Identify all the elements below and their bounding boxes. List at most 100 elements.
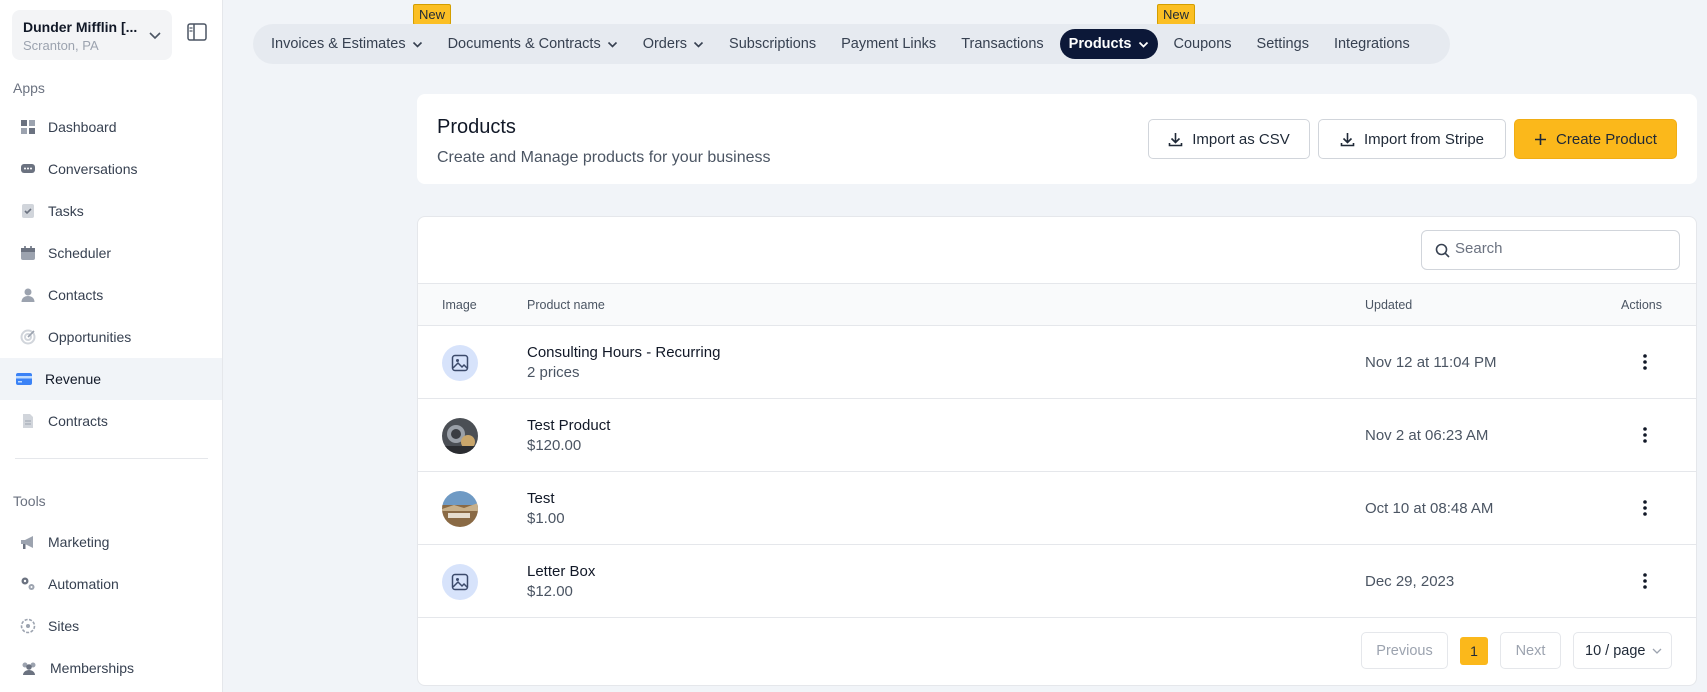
- product-name[interactable]: Test: [527, 490, 555, 507]
- per-page-value: 10 / page: [1585, 642, 1646, 659]
- sidebar-item-label: Dashboard: [48, 119, 117, 135]
- search-input[interactable]: [1455, 240, 1665, 257]
- table-row[interactable]: Consulting Hours - Recurring 2 prices No…: [418, 326, 1696, 399]
- chevron-down-icon: [693, 41, 704, 48]
- tab-orders[interactable]: Orders: [634, 29, 713, 59]
- tab-label: Subscriptions: [729, 36, 817, 52]
- image-placeholder-icon: [451, 573, 469, 591]
- table-row[interactable]: Letter Box $12.00 Dec 29, 2023: [418, 545, 1696, 618]
- more-actions-icon[interactable]: [1635, 569, 1655, 593]
- product-name[interactable]: Letter Box: [527, 563, 595, 580]
- product-price: $120.00: [527, 437, 582, 454]
- product-name[interactable]: Consulting Hours - Recurring: [527, 344, 720, 361]
- sidebar-item-memberships[interactable]: Memberships: [0, 647, 222, 689]
- product-updated: Nov 2 at 06:23 AM: [1365, 427, 1489, 444]
- sidebar-item-label: Scheduler: [48, 245, 112, 261]
- chevron-down-icon: [1652, 648, 1662, 654]
- sidebar-item-label: Conversations: [48, 161, 138, 177]
- table-row[interactable]: Test Product $120.00 Nov 2 at 06:23 AM: [418, 399, 1696, 472]
- more-actions-icon[interactable]: [1635, 350, 1655, 374]
- page-subtitle: Create and Manage products for your busi…: [437, 149, 771, 166]
- tab-coupons[interactable]: Coupons: [1165, 29, 1241, 59]
- sidebar-item-tasks[interactable]: Tasks: [0, 190, 222, 232]
- sidebar-item-label: Revenue: [45, 371, 102, 387]
- sidebar-item-marketing[interactable]: Marketing: [0, 521, 222, 563]
- import-stripe-button[interactable]: Import from Stripe: [1318, 119, 1506, 159]
- tab-products[interactable]: Products: [1059, 29, 1158, 59]
- sidebar-item-contracts[interactable]: Contracts: [0, 400, 222, 442]
- sidebar-divider: [15, 458, 208, 459]
- sidebar-item-automation[interactable]: Automation: [0, 563, 222, 605]
- tab-transactions[interactable]: Transactions: [952, 29, 1052, 59]
- sidebar-item-label: Contacts: [48, 287, 104, 303]
- column-header-updated: Updated: [1365, 298, 1413, 312]
- new-badge: New: [413, 4, 452, 25]
- tab-payment-links[interactable]: Payment Links: [832, 29, 945, 59]
- column-header-product-name: Product name: [527, 298, 605, 312]
- per-page-select[interactable]: 10 / page: [1573, 632, 1672, 669]
- page-title: Products: [437, 116, 516, 138]
- download-icon: [1340, 132, 1355, 146]
- create-product-button[interactable]: Create Product: [1514, 119, 1677, 159]
- tab-label: Payment Links: [841, 36, 937, 52]
- sidebar-item-label: Tasks: [48, 203, 84, 219]
- sidebar-item-opportunities[interactable]: Opportunities: [0, 316, 222, 358]
- import-csv-button[interactable]: Import as CSV: [1148, 119, 1310, 159]
- search-icon: [1435, 243, 1450, 258]
- sidebar-item-label: Marketing: [48, 534, 110, 550]
- apps-section-label: Apps: [13, 80, 45, 96]
- tab-label: Orders: [642, 36, 688, 52]
- task-icon: [22, 204, 34, 218]
- product-thumbnail: [442, 345, 478, 381]
- sidebar-item-contacts[interactable]: Contacts: [0, 274, 222, 316]
- tab-settings[interactable]: Settings: [1248, 29, 1318, 59]
- tab-documents-contracts[interactable]: Documents & Contracts: [439, 29, 627, 59]
- credit-card-icon: [16, 373, 32, 385]
- product-photo: [442, 418, 478, 454]
- products-table-card: Image Product name Updated Actions Consu…: [417, 216, 1697, 686]
- users-icon: [22, 662, 36, 675]
- tab-label: Invoices & Estimates: [271, 36, 406, 52]
- product-photo: [442, 491, 478, 527]
- page-number-current[interactable]: 1: [1460, 637, 1488, 665]
- globe-icon: [20, 618, 36, 634]
- more-actions-icon[interactable]: [1635, 423, 1655, 447]
- previous-page-button[interactable]: Previous: [1361, 632, 1448, 669]
- button-label: Import from Stripe: [1363, 130, 1485, 148]
- next-page-button[interactable]: Next: [1500, 632, 1561, 669]
- sidebar-item-conversations[interactable]: Conversations: [0, 148, 222, 190]
- tab-subscriptions[interactable]: Subscriptions: [720, 29, 825, 59]
- tab-label: Documents & Contracts: [447, 36, 601, 52]
- product-thumbnail: [442, 564, 478, 600]
- download-icon: [1168, 132, 1183, 146]
- sidebar-item-sites[interactable]: Sites: [0, 605, 222, 647]
- sidebar-item-dashboard[interactable]: Dashboard: [0, 106, 222, 148]
- sidebar-item-revenue[interactable]: Revenue: [0, 358, 222, 400]
- sidebar-item-scheduler[interactable]: Scheduler: [0, 232, 222, 274]
- product-updated: Oct 10 at 08:48 AM: [1365, 500, 1494, 517]
- tools-section-label: Tools: [13, 493, 46, 509]
- sidebar-item-label: Memberships: [50, 660, 135, 676]
- column-header-actions: Actions: [1621, 298, 1662, 312]
- tab-integrations[interactable]: Integrations: [1325, 29, 1419, 59]
- table-header: Image Product name Updated Actions: [418, 283, 1696, 326]
- sidebar-item-label: Contracts: [48, 413, 108, 429]
- document-icon: [23, 414, 33, 428]
- tab-label: Coupons: [1173, 36, 1232, 52]
- sidebar-toggle-icon[interactable]: [186, 22, 208, 42]
- column-header-image: Image: [442, 298, 477, 312]
- search-box[interactable]: [1421, 230, 1680, 270]
- chevron-down-icon: [607, 41, 617, 48]
- account-name: Dunder Mifflin [...: [23, 19, 138, 35]
- account-switcher[interactable]: Dunder Mifflin [... Scranton, PA: [12, 10, 172, 60]
- dashboard-icon: [21, 120, 35, 134]
- tab-invoices-estimates[interactable]: Invoices & Estimates: [262, 29, 432, 59]
- product-name[interactable]: Test Product: [527, 417, 610, 434]
- more-actions-icon[interactable]: [1635, 496, 1655, 520]
- button-label: Import as CSV: [1192, 130, 1290, 148]
- product-updated: Nov 12 at 11:04 PM: [1365, 354, 1497, 371]
- table-row[interactable]: Test $1.00 Oct 10 at 08:48 AM: [418, 472, 1696, 545]
- page-header: Products Create and Manage products for …: [417, 94, 1697, 184]
- product-price: $12.00: [527, 583, 573, 600]
- chevron-down-icon: [412, 41, 422, 48]
